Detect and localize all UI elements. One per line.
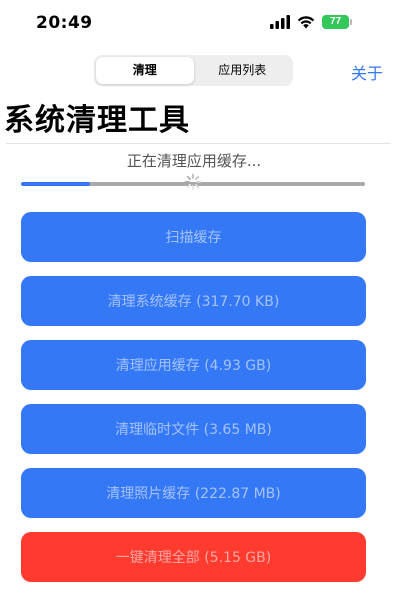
- clean-app-cache-button[interactable]: 清理应用缓存 (4.93 GB): [21, 340, 366, 390]
- activity-spinner-icon: [184, 173, 202, 191]
- clean-all-button[interactable]: 一键清理全部 (5.15 GB): [21, 532, 366, 582]
- battery-indicator: 77: [322, 15, 352, 29]
- tab-app-list[interactable]: 应用列表: [194, 57, 292, 84]
- status-icons: 77: [270, 15, 352, 29]
- progress-bar-fill: [21, 182, 90, 186]
- scan-cache-button[interactable]: 扫描缓存: [21, 212, 366, 262]
- page-title: 系统清理工具: [4, 103, 190, 138]
- clean-photo-cache-button[interactable]: 清理照片缓存 (222.87 MB): [21, 468, 366, 518]
- wifi-icon: [297, 16, 315, 29]
- clean-system-cache-button[interactable]: 清理系统缓存 (317.70 KB): [21, 276, 366, 326]
- status-time: 20:49: [36, 13, 93, 33]
- segmented-control: 清理 应用列表: [94, 55, 293, 86]
- progress-status-text: 正在清理应用缓存...: [126, 152, 262, 170]
- cellular-signal-icon: [270, 15, 290, 29]
- status-bar: 20:49 77: [0, 0, 403, 48]
- tab-clean[interactable]: 清理: [96, 57, 194, 84]
- clean-temp-files-button[interactable]: 清理临时文件 (3.65 MB): [21, 404, 366, 454]
- about-button[interactable]: 关于: [351, 60, 383, 84]
- divider: [6, 143, 391, 144]
